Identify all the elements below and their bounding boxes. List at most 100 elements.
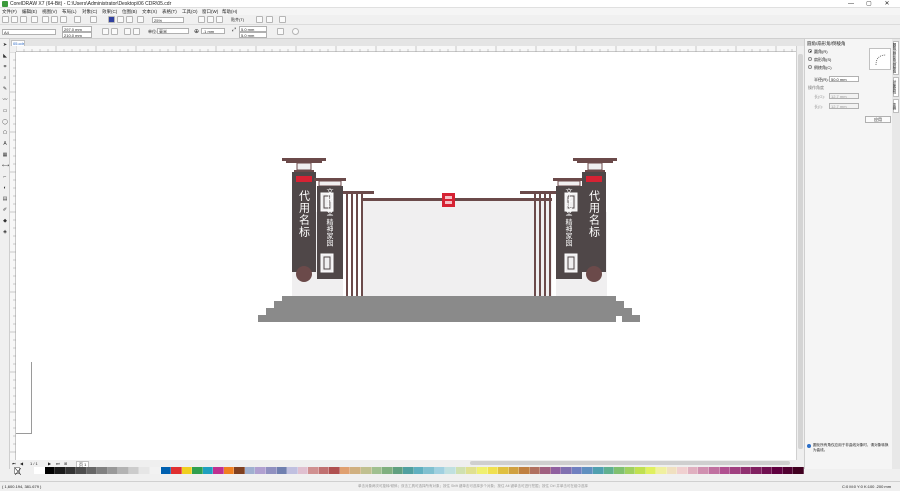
color-swatch[interactable] <box>118 467 129 474</box>
color-swatch[interactable] <box>150 467 161 474</box>
color-swatch[interactable] <box>234 467 245 474</box>
color-swatch[interactable] <box>139 467 151 474</box>
zoom-level-select[interactable]: 25% <box>152 17 184 23</box>
color-swatch[interactable] <box>687 467 699 474</box>
color-swatch[interactable] <box>645 467 657 474</box>
transparency-tool-icon[interactable]: ▤ <box>2 196 8 202</box>
tab-fillet[interactable]: 圆角/扇形角/倒棱角 <box>893 41 899 75</box>
minimize-button[interactable]: — <box>844 0 858 8</box>
color-swatch[interactable] <box>308 467 319 474</box>
color-swatch[interactable] <box>55 467 66 474</box>
vertical-scrollbar[interactable] <box>796 46 804 460</box>
color-swatch[interactable] <box>181 467 193 474</box>
color-swatch[interactable] <box>677 467 688 474</box>
no-color-swatch[interactable] <box>14 467 22 476</box>
apply-button[interactable]: 应用 <box>865 116 891 123</box>
color-swatch[interactable] <box>424 467 435 474</box>
op2-field[interactable]: 12.7 mm <box>829 103 859 109</box>
units-select[interactable]: 毫米 <box>157 28 189 34</box>
color-swatch[interactable] <box>487 467 499 474</box>
welcome-screen-icon[interactable] <box>256 16 263 23</box>
color-swatch[interactable] <box>392 467 404 474</box>
text-tool-icon[interactable]: A <box>2 141 8 147</box>
color-swatch[interactable] <box>550 467 562 474</box>
color-swatch[interactable] <box>582 467 593 474</box>
color-swatch[interactable] <box>698 467 709 474</box>
save-icon[interactable] <box>20 16 27 23</box>
color-swatch[interactable] <box>244 467 256 474</box>
nudge-distance-field[interactable]: .1 mm <box>201 28 225 34</box>
rectangle-tool-icon[interactable]: ▭ <box>2 108 8 114</box>
color-swatch[interactable] <box>603 467 615 474</box>
zoom-tool-icon[interactable]: ⌕ <box>2 75 8 81</box>
snap-to-dropdown[interactable]: 贴齐(T) <box>231 17 244 23</box>
color-swatch[interactable] <box>751 467 762 474</box>
current-page-icon[interactable] <box>133 28 140 35</box>
full-screen-icon[interactable] <box>198 16 205 23</box>
smart-fill-icon[interactable]: ◈ <box>2 229 8 235</box>
color-swatch[interactable] <box>107 467 119 474</box>
page-size-select[interactable]: A4 <box>2 29 56 35</box>
color-swatch[interactable] <box>529 467 541 474</box>
color-swatch[interactable] <box>740 467 752 474</box>
color-swatch[interactable] <box>508 467 520 474</box>
treat-as-filled-icon[interactable] <box>277 28 284 35</box>
color-swatch[interactable] <box>276 467 288 474</box>
import-icon[interactable] <box>117 16 124 23</box>
radio-round[interactable] <box>808 49 812 53</box>
color-swatch[interactable] <box>635 467 646 474</box>
color-swatch[interactable] <box>624 467 636 474</box>
copy-icon[interactable] <box>51 16 58 23</box>
color-swatch[interactable] <box>86 467 98 474</box>
color-swatch[interactable] <box>213 467 224 474</box>
color-swatch[interactable] <box>540 467 551 474</box>
application-launcher-icon[interactable] <box>279 16 286 23</box>
color-swatch[interactable] <box>561 467 572 474</box>
color-swatch[interactable] <box>192 467 203 474</box>
vertical-scroll-thumb[interactable] <box>798 54 803 449</box>
interactive-tool-icon[interactable]: ◐ <box>2 185 8 191</box>
paste-icon[interactable] <box>60 16 67 23</box>
color-swatch[interactable] <box>160 467 172 474</box>
op1-field[interactable]: 12.7 mm <box>829 93 859 99</box>
options-icon[interactable] <box>266 16 273 23</box>
color-swatch[interactable] <box>445 467 456 474</box>
color-swatch[interactable] <box>171 467 182 474</box>
archway-artwork[interactable]: 代用名标 文化礼堂 精神家园 文化礼堂 精神家园 代用名标 <box>16 52 796 460</box>
landscape-icon[interactable] <box>111 28 118 35</box>
color-swatch[interactable] <box>793 467 804 474</box>
color-swatch[interactable] <box>656 467 667 474</box>
horizontal-scroll-thumb[interactable] <box>470 461 790 465</box>
color-swatch[interactable] <box>128 467 140 474</box>
radio-chamfer[interactable] <box>808 65 812 69</box>
color-swatch[interactable] <box>498 467 509 474</box>
redo-icon[interactable] <box>90 16 97 23</box>
tab-object-properties[interactable]: 对象属性 <box>893 77 899 97</box>
color-swatch[interactable] <box>255 467 267 474</box>
show-rulers-icon[interactable] <box>207 16 214 23</box>
color-swatch[interactable] <box>476 467 488 474</box>
color-swatch[interactable] <box>782 467 794 474</box>
crop-tool-icon[interactable]: ⌗ <box>2 64 8 70</box>
publish-pdf-icon[interactable] <box>137 16 144 23</box>
prev-page-icon[interactable]: ◀ <box>20 461 23 466</box>
color-swatch[interactable] <box>65 467 77 474</box>
freehand-tool-icon[interactable]: ✎ <box>2 86 8 92</box>
maximize-button[interactable]: ▢ <box>862 0 876 8</box>
search-content-icon[interactable] <box>108 16 115 23</box>
shape-tool-icon[interactable]: ◣ <box>2 53 8 59</box>
color-swatch[interactable] <box>76 467 87 474</box>
polygon-tool-icon[interactable]: ⬠ <box>2 130 8 136</box>
color-swatch[interactable] <box>403 467 414 474</box>
last-page-icon[interactable]: ⏭ <box>56 461 60 466</box>
color-swatch[interactable] <box>318 467 330 474</box>
color-swatch[interactable] <box>772 467 783 474</box>
color-swatch[interactable] <box>297 467 309 474</box>
color-swatch[interactable] <box>709 467 720 474</box>
connector-tool-icon[interactable]: ⌐ <box>2 174 8 180</box>
color-swatch[interactable] <box>382 467 393 474</box>
export-icon[interactable] <box>126 16 133 23</box>
undo-icon[interactable] <box>74 16 81 23</box>
first-page-icon[interactable]: ⏮ <box>12 461 16 466</box>
next-page-icon[interactable]: ▶ <box>48 461 51 466</box>
